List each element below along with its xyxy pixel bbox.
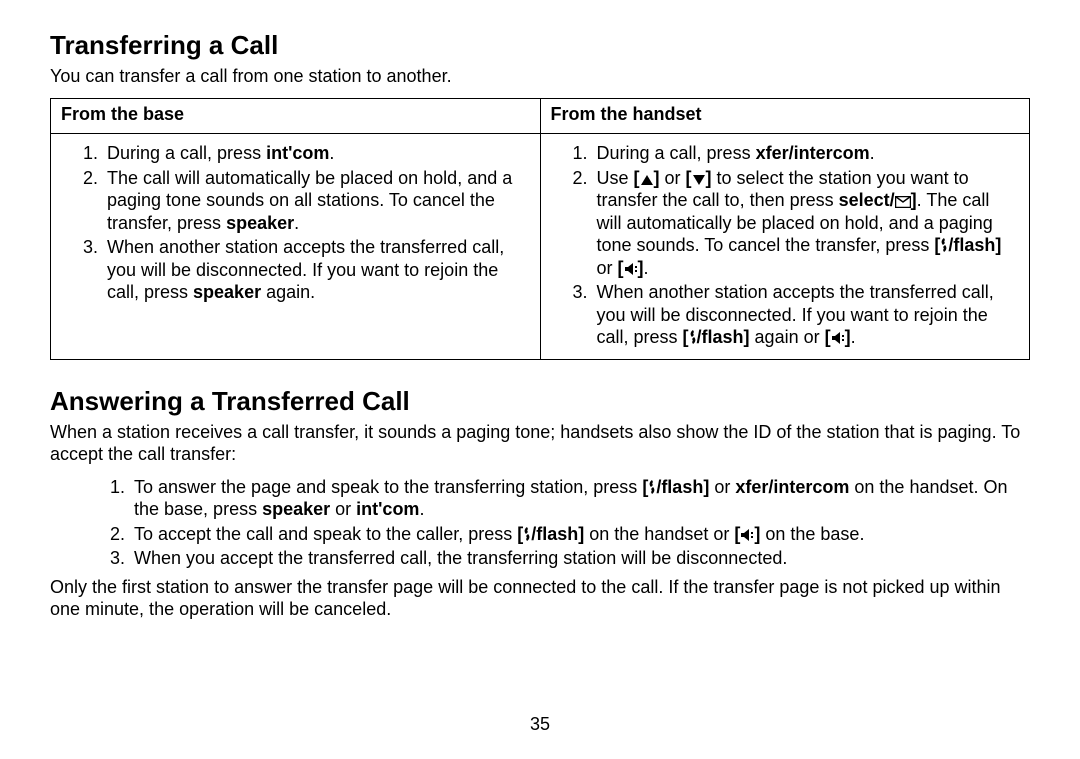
key-talk-flash: [/flash]	[642, 477, 709, 497]
list-item: During a call, press int'com.	[103, 142, 530, 165]
text: .	[419, 499, 424, 519]
manual-page: Transferring a Call You can transfer a c…	[0, 0, 1080, 759]
handset-steps: During a call, press xfer/intercom. Use …	[551, 142, 1020, 349]
list-item: When another station accepts the transfe…	[103, 236, 530, 304]
cell-from-base: During a call, press int'com. The call w…	[51, 134, 541, 360]
text: .	[870, 143, 875, 163]
answering-steps: To answer the page and speak to the tran…	[50, 476, 1030, 570]
text: .	[851, 327, 856, 347]
text: or	[330, 499, 356, 519]
key-up: []	[634, 168, 660, 188]
key-speaker: speaker	[226, 213, 294, 233]
key-speaker-icon: []	[734, 524, 760, 544]
text: Use	[597, 168, 634, 188]
text: To answer the page and speak to the tran…	[134, 477, 642, 497]
transfer-table: From the base From the handset During a …	[50, 98, 1030, 360]
text: or	[597, 258, 618, 278]
key-talk-flash: [/flash]	[934, 235, 1001, 255]
base-steps: During a call, press int'com. The call w…	[61, 142, 530, 304]
intro-transferring: You can transfer a call from one station…	[50, 65, 1030, 88]
page-number: 35	[0, 714, 1080, 735]
heading-transferring-call: Transferring a Call	[50, 30, 1030, 61]
col-header-base: From the base	[51, 98, 541, 134]
list-item: When you accept the transferred call, th…	[130, 547, 1030, 570]
list-item: To accept the call and speak to the call…	[130, 523, 1030, 546]
list-item: The call will automatically be placed on…	[103, 167, 530, 235]
key-speaker-icon: []	[618, 258, 644, 278]
text: again.	[261, 282, 315, 302]
key-xfer-intercom: xfer/intercom	[735, 477, 849, 497]
intro-answering: When a station receives a call transfer,…	[50, 421, 1030, 466]
list-item: When another station accepts the transfe…	[593, 281, 1020, 349]
key-speaker-icon: []	[825, 327, 851, 347]
text: on the handset or	[584, 524, 734, 544]
footnote: Only the first station to answer the tra…	[50, 576, 1030, 621]
text: or	[709, 477, 735, 497]
key-speaker: speaker	[193, 282, 261, 302]
text: .	[294, 213, 299, 233]
key-speaker: speaker	[262, 499, 330, 519]
key-intcom: int'com	[266, 143, 329, 163]
text: To accept the call and speak to the call…	[134, 524, 517, 544]
heading-answering-transferred: Answering a Transferred Call	[50, 386, 1030, 417]
key-select: select/]	[839, 190, 917, 210]
text: The call will automatically be placed on…	[107, 168, 512, 233]
key-talk-flash: [/flash]	[683, 327, 750, 347]
key-intcom: int'com	[356, 499, 419, 519]
text: on the base.	[760, 524, 864, 544]
text: again or	[750, 327, 825, 347]
text: or	[660, 168, 686, 188]
text: During a call, press	[107, 143, 266, 163]
key-xfer-intercom: xfer/intercom	[756, 143, 870, 163]
list-item: Use [] or [] to select the station you w…	[593, 167, 1020, 280]
key-down: []	[686, 168, 712, 188]
text: .	[329, 143, 334, 163]
list-item: During a call, press xfer/intercom.	[593, 142, 1020, 165]
text: .	[644, 258, 649, 278]
col-header-handset: From the handset	[540, 98, 1030, 134]
cell-from-handset: During a call, press xfer/intercom. Use …	[540, 134, 1030, 360]
list-item: To answer the page and speak to the tran…	[130, 476, 1030, 521]
key-talk-flash: [/flash]	[517, 524, 584, 544]
text: During a call, press	[597, 143, 756, 163]
